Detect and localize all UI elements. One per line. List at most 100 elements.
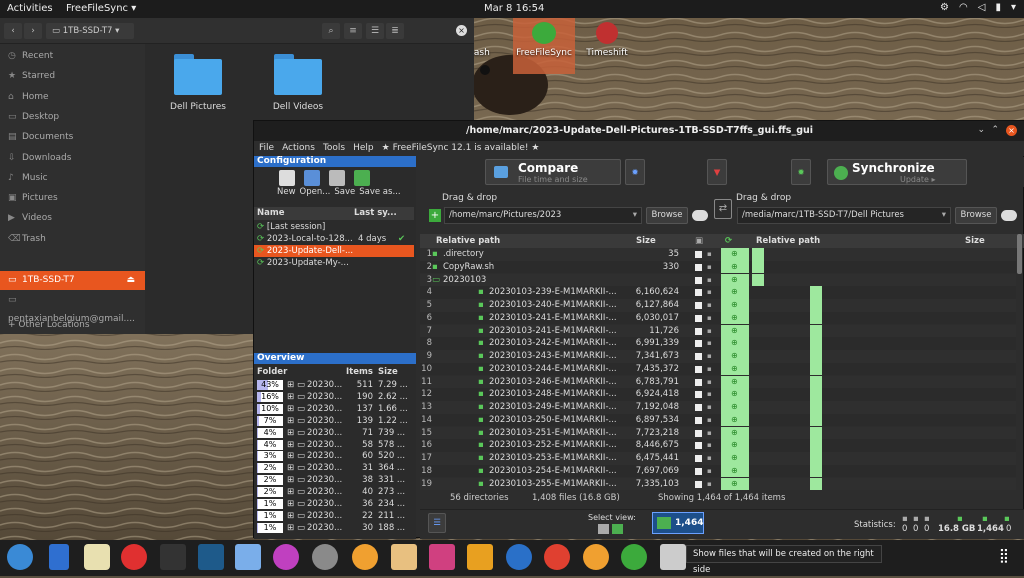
expand-icon[interactable]: ⊞ xyxy=(287,427,294,439)
folder-label[interactable]: Dell Videos xyxy=(253,102,343,112)
open-button[interactable]: Open... xyxy=(300,187,331,197)
sidebar-item-music[interactable]: ♪Music xyxy=(0,169,145,188)
menu-file[interactable]: File xyxy=(259,141,274,156)
sidebar-item-videos[interactable]: ▶Videos xyxy=(0,209,145,228)
synchronize-button[interactable]: Synchronize Update ▸ xyxy=(827,159,967,185)
eject-icon[interactable]: ⏏ xyxy=(126,271,135,290)
expand-icon[interactable]: ⊞ xyxy=(287,391,294,403)
penguin-app-icon[interactable] xyxy=(235,544,261,570)
include-checkbox[interactable] xyxy=(695,455,702,462)
include-checkbox[interactable] xyxy=(695,353,702,360)
overview-row[interactable]: 2%⊞▭20230...40273 ... xyxy=(254,486,408,498)
gimp-icon[interactable] xyxy=(312,544,338,570)
left-view-icon[interactable] xyxy=(598,524,609,534)
expand-icon[interactable]: ⊞ xyxy=(287,486,294,498)
photos-icon[interactable] xyxy=(391,544,417,570)
overview-row[interactable]: 7%⊞▭20230...1391.22 ... xyxy=(254,415,408,427)
include-checkbox[interactable] xyxy=(695,251,702,258)
overview-row[interactable]: 43%⊞▭20230...5117.29 ... xyxy=(254,379,408,391)
include-checkbox[interactable] xyxy=(695,391,702,398)
sync-action-column-icon[interactable]: ⟳ xyxy=(725,234,732,248)
forward-icon[interactable]: › xyxy=(24,23,42,39)
expand-icon[interactable]: ⊞ xyxy=(287,379,294,391)
sidebar-item-documents[interactable]: ▤Documents xyxy=(0,128,145,147)
battery-icon[interactable]: ▮ xyxy=(995,2,1001,13)
config-list-item[interactable]: ⟳ 2023-Local-to-128...4 days✔ xyxy=(254,233,414,245)
save-config-icon[interactable] xyxy=(329,170,345,186)
sync-settings-icon[interactable]: ✹ xyxy=(791,159,811,185)
close-icon[interactable]: × xyxy=(456,25,467,36)
overview-row[interactable]: 4%⊞▭20230...58578 ... xyxy=(254,439,408,451)
table-row[interactable]: 19▪20230103-255-E-M1MARKII-...7,335,103▪… xyxy=(420,478,1016,491)
table-row[interactable]: 2▪CopyRaw.sh330▪⊕ xyxy=(420,261,1016,274)
expand-icon[interactable]: ⊞ xyxy=(287,450,294,462)
search-icon[interactable]: ⌕ xyxy=(322,23,340,39)
volume-icon[interactable]: ◁ xyxy=(978,2,986,13)
table-row[interactable]: 9▪20230103-243-E-M1MARKII-...7,341,673▪⊕ xyxy=(420,350,1016,363)
dropdown-icon[interactable]: ▾ xyxy=(633,208,637,223)
table-row[interactable]: 6▪20230103-241-E-M1MARKII-...6,030,017▪⊕ xyxy=(420,312,1016,325)
app-menu[interactable]: FreeFileSync ▾ xyxy=(66,3,136,14)
save-as-config-icon[interactable] xyxy=(354,170,370,186)
include-checkbox[interactable] xyxy=(695,315,702,322)
overview-row[interactable]: 1%⊞▭20230...36234 ... xyxy=(254,498,408,510)
folder-label[interactable]: Dell Pictures xyxy=(153,102,243,112)
overview-row[interactable]: 2%⊞▭20230...31364 ... xyxy=(254,462,408,474)
sidebar-item-other-locations[interactable]: + Other Locations xyxy=(0,316,145,335)
right-view-icon[interactable] xyxy=(612,524,623,534)
folder-icon[interactable] xyxy=(274,54,322,94)
expand-icon[interactable]: ⊞ xyxy=(287,474,294,486)
text-editor-icon[interactable] xyxy=(49,544,69,570)
table-row[interactable]: 17▪20230103-253-E-M1MARKII-...6,475,441▪… xyxy=(420,452,1016,465)
media-icon[interactable] xyxy=(352,544,378,570)
library-icon[interactable] xyxy=(467,544,493,570)
include-checkbox[interactable] xyxy=(695,404,702,411)
compare-settings-icon[interactable]: ✹ xyxy=(625,159,645,185)
sidebar-item-pictures[interactable]: ▣Pictures xyxy=(0,189,145,208)
sidebar-item-account[interactable]: ▭pentaxianbelgium@gmail.... xyxy=(0,291,145,310)
list-view-icon[interactable]: ☰ xyxy=(366,23,384,39)
include-checkbox[interactable] xyxy=(695,264,702,271)
expand-icon[interactable]: ⊞ xyxy=(287,510,294,522)
expand-icon[interactable]: ⊞ xyxy=(287,439,294,451)
image-viewer-icon[interactable] xyxy=(429,544,455,570)
menu-icon[interactable]: ≣ xyxy=(386,23,404,39)
save-button[interactable]: Save xyxy=(334,187,355,197)
right-path-input[interactable]: /media/marc/1TB-SSD-T7/Dell Pictures▾ xyxy=(737,207,951,224)
create-right-filter-button[interactable]: 1,464 xyxy=(652,512,704,534)
table-row[interactable]: 1▪.directory35▪⊕ xyxy=(420,248,1016,261)
expand-icon[interactable]: ⊞ xyxy=(287,522,294,534)
close-icon[interactable]: × xyxy=(1006,125,1017,136)
overview-row[interactable]: 1%⊞▭20230...30188 ... xyxy=(254,522,408,534)
scrollbar[interactable] xyxy=(1017,234,1022,274)
sidebar-item-trash[interactable]: ⌫Trash xyxy=(0,230,145,249)
table-row[interactable]: 11▪20230103-246-E-M1MARKII-...6,783,791▪… xyxy=(420,376,1016,389)
table-row[interactable]: 13▪20230103-249-E-M1MARKII-...7,192,048▪… xyxy=(420,401,1016,414)
expand-icon[interactable]: ⊞ xyxy=(287,403,294,415)
config-list-item[interactable]: ⟳ 2023-Update-Dell-... xyxy=(254,245,414,257)
power-menu-icon[interactable]: ▾ xyxy=(1011,2,1016,13)
overview-row[interactable]: 1%⊞▭20230...22211 ... xyxy=(254,510,408,522)
table-row[interactable]: 14▪20230103-250-E-M1MARKII-...6,897,534▪… xyxy=(420,414,1016,427)
include-checkbox[interactable] xyxy=(695,442,702,449)
back-icon[interactable]: ‹ xyxy=(4,23,22,39)
expand-icon[interactable]: ⊞ xyxy=(287,462,294,474)
left-browse-button[interactable]: Browse xyxy=(646,207,688,224)
location-bar[interactable]: ▭ 1TB-SSD-T7 ▾ xyxy=(46,23,134,39)
menu-help[interactable]: Help xyxy=(353,141,374,156)
cloud-icon[interactable] xyxy=(692,210,708,221)
sidebar-item-downloads[interactable]: ⇩Downloads xyxy=(0,149,145,168)
activities-button[interactable]: Activities xyxy=(7,3,53,14)
expand-icon[interactable]: ⊞ xyxy=(287,498,294,510)
terminal-icon[interactable] xyxy=(160,544,186,570)
include-checkbox[interactable] xyxy=(695,340,702,347)
new-config-icon[interactable] xyxy=(279,170,295,186)
desktop-icon-freefilesync[interactable]: FreeFileSync xyxy=(514,48,574,58)
pie-chart-app-icon[interactable] xyxy=(7,544,33,570)
trash-dock-icon[interactable] xyxy=(660,544,686,570)
config-list-item[interactable]: ⟳ 2023-Update-My-... xyxy=(254,257,414,269)
table-row[interactable]: 8▪20230103-242-E-M1MARKII-...6,991,339▪⊕ xyxy=(420,337,1016,350)
overview-row[interactable]: 10%⊞▭20230...1371.66 ... xyxy=(254,403,408,415)
expand-icon[interactable]: ⊞ xyxy=(287,415,294,427)
right-browse-button[interactable]: Browse xyxy=(955,207,997,224)
